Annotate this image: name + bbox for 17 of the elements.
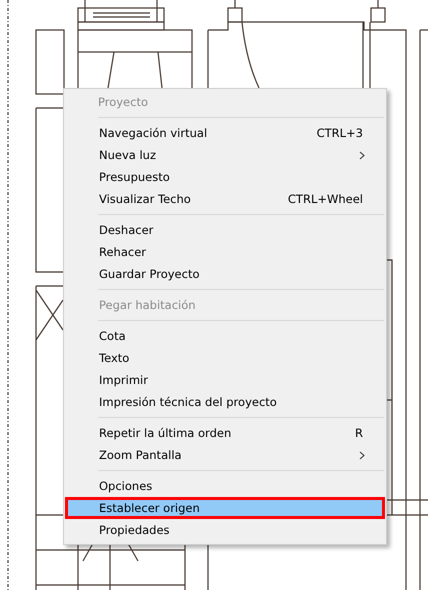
menu-item[interactable]: Presupuesto	[65, 166, 385, 188]
menu-item[interactable]: Cota	[65, 325, 385, 347]
menu-item[interactable]: Imprimir	[65, 369, 385, 391]
menu-item[interactable]: Visualizar Techo CTRL+Wheel	[65, 188, 385, 210]
menu-item[interactable]: Texto	[65, 347, 385, 369]
menu-item[interactable]: Guardar Proyecto	[65, 263, 385, 285]
menu-item[interactable]: Impresión técnica del proyecto	[65, 391, 385, 413]
menu-header: Proyecto	[97, 94, 149, 111]
menu-item[interactable]: Nueva luz	[65, 144, 385, 166]
menu-item[interactable]: Zoom Pantalla	[65, 444, 385, 466]
menu-item[interactable]: Establecer origen	[65, 497, 385, 519]
menu-item[interactable]: Navegación virtual CTRL+3	[65, 122, 385, 144]
menu-item[interactable]: Repetir la última orden R	[65, 422, 385, 444]
menu-item[interactable]: Rehacer	[65, 241, 385, 263]
menu-item[interactable]: Propiedades	[65, 519, 385, 541]
menu-item[interactable]: Opciones	[65, 475, 385, 497]
menu-item[interactable]: Deshacer	[65, 219, 385, 241]
